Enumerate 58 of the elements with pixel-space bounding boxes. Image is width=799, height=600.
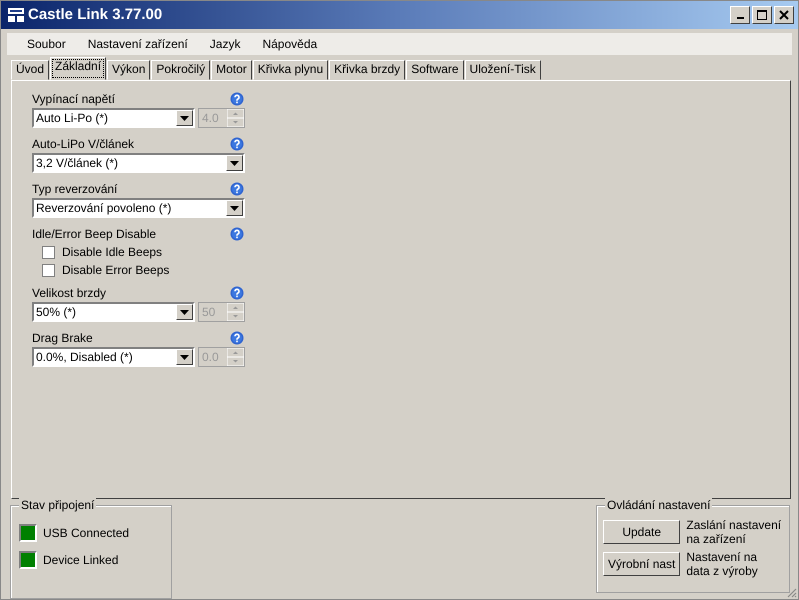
status-label: Device Linked xyxy=(43,553,118,567)
setting-label: Auto-LiPo V/článek xyxy=(32,136,134,151)
menu-item[interactable]: Nastavení zařízení xyxy=(88,35,188,54)
setting-label: Idle/Error Beep Disable xyxy=(32,226,156,241)
action-button[interactable]: Update xyxy=(603,520,680,544)
setting-label: Vypínací napětí xyxy=(32,92,115,106)
tab[interactable]: Výkon xyxy=(107,60,150,80)
button-description: Zaslání nastavení na zařízení xyxy=(686,518,782,546)
app-logo-icon xyxy=(7,6,25,23)
minimize-icon xyxy=(736,17,744,20)
checkbox[interactable] xyxy=(42,264,55,277)
tab[interactable]: Pokročilý xyxy=(151,60,210,80)
caret-icon xyxy=(180,354,189,360)
button-description: Nastavení na data z výroby xyxy=(686,550,759,578)
maximize-icon xyxy=(757,10,767,20)
group-title: Ovládání nastavení xyxy=(605,498,712,512)
tab[interactable]: Motor xyxy=(211,60,252,80)
tab[interactable]: Úvod xyxy=(11,60,50,80)
dropdown[interactable]: Auto Li-Po (*) xyxy=(32,108,195,128)
caret-icon xyxy=(230,160,239,166)
tab[interactable]: Křivka plynu xyxy=(252,60,328,80)
menu-item[interactable]: Nápověda xyxy=(262,35,318,54)
help-icon xyxy=(230,226,244,241)
caret-icon xyxy=(180,310,189,315)
spinner-arrows-icon xyxy=(227,303,244,322)
caret-icon xyxy=(230,206,239,211)
spinner-arrows-icon xyxy=(227,348,244,366)
setting-label: Typ reverzování xyxy=(32,182,118,196)
minimize-button[interactable] xyxy=(730,6,750,24)
menu-item[interactable]: Soubor xyxy=(27,35,66,54)
help-icon xyxy=(230,330,244,345)
tab[interactable]: Základní xyxy=(50,57,106,80)
tab[interactable]: Uložení-Tisk xyxy=(464,60,541,80)
maximize-button[interactable] xyxy=(752,6,772,24)
tab[interactable]: Software xyxy=(406,60,464,80)
help-icon xyxy=(230,182,244,196)
group-title: Stav připojení xyxy=(19,498,96,512)
dropdown[interactable]: 3,2 V/článek (*) xyxy=(32,153,245,174)
status-label: USB Connected xyxy=(43,526,130,540)
checkbox-label: Disable Idle Beeps xyxy=(62,245,162,260)
help-icon xyxy=(230,136,244,151)
close-icon xyxy=(779,10,789,20)
setting-label: Velikost brzdy xyxy=(32,286,106,300)
checkbox-label: Disable Error Beeps xyxy=(62,263,170,278)
tab[interactable]: Křivka brzdy xyxy=(329,60,406,80)
help-icon xyxy=(230,286,244,300)
menu-item[interactable]: Jazyk xyxy=(210,35,240,54)
checkbox[interactable] xyxy=(42,246,55,259)
dropdown[interactable]: 50% (*) xyxy=(32,302,195,322)
dropdown[interactable]: Reverzování povoleno (*) xyxy=(32,198,245,218)
action-button[interactable]: Výrobní nast xyxy=(603,552,680,576)
spinner-arrows-icon xyxy=(227,109,244,128)
window-title: Castle Link 3.77.00 xyxy=(28,6,162,24)
close-button[interactable] xyxy=(774,6,794,24)
dropdown[interactable]: 0.0%, Disabled (*) xyxy=(32,347,195,368)
help-icon xyxy=(230,92,244,106)
setting-label: Drag Brake xyxy=(32,330,93,345)
caret-icon xyxy=(180,116,189,121)
